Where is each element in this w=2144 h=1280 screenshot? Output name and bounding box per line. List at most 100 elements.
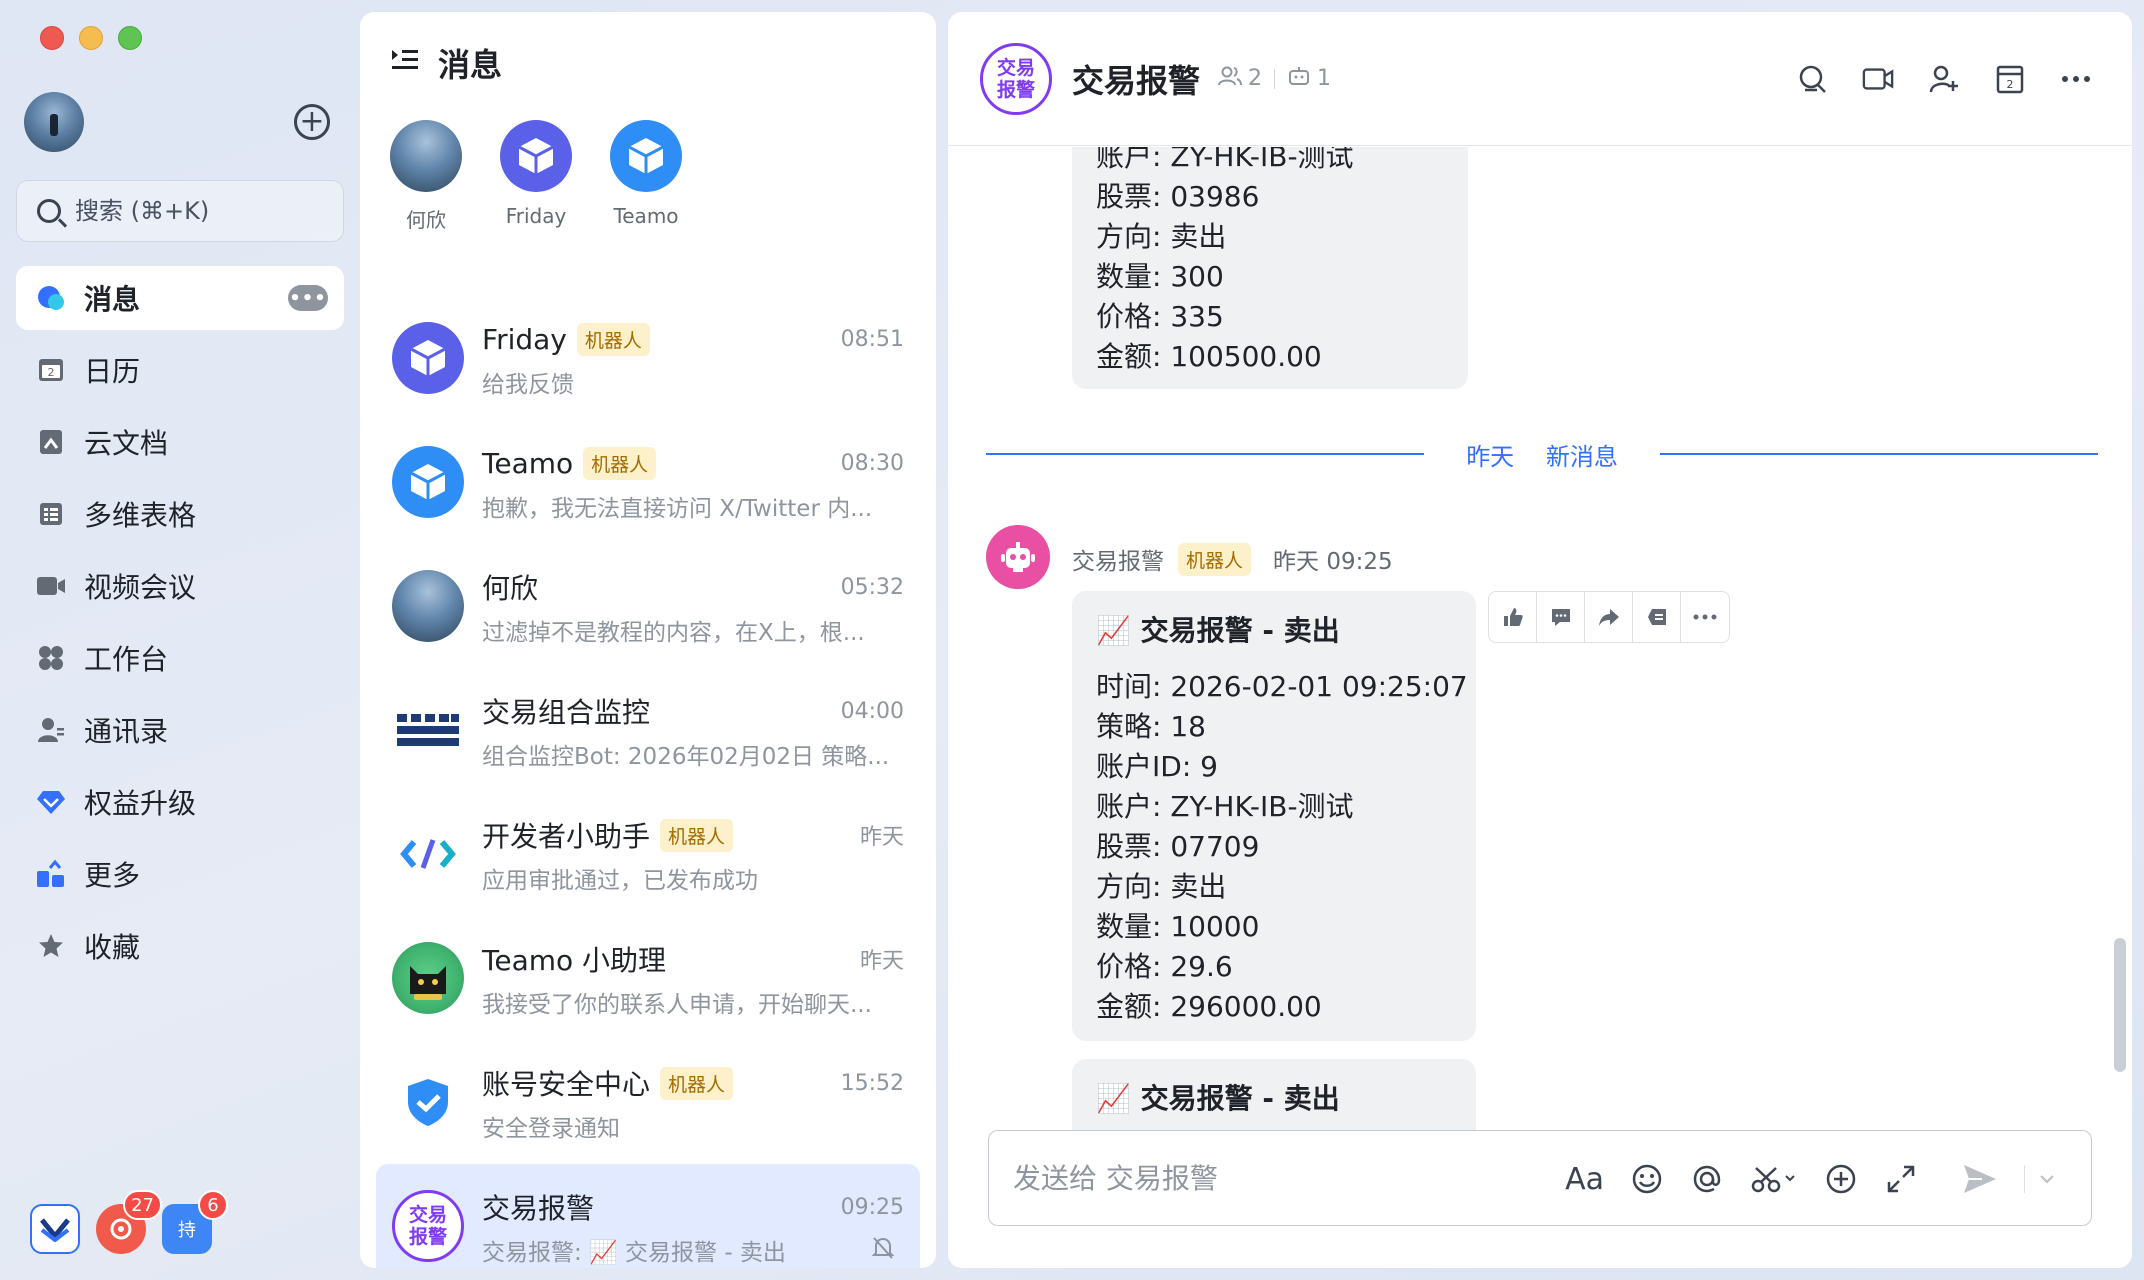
bot-tag: 机器人 xyxy=(1178,542,1252,576)
conversation-item[interactable]: Teamo 机器人 08:30 抱歉，我无法直接访问 X/Twitter 内..… xyxy=(360,420,936,544)
conversation-time: 09:25 xyxy=(840,1194,904,1220)
nav-item-messages[interactable]: 消息 ••• xyxy=(16,266,344,330)
group-avatar[interactable]: 交易报警 xyxy=(980,42,1052,115)
member-count: 2 xyxy=(1248,66,1263,91)
pinned-item[interactable]: Friday xyxy=(500,120,572,296)
sidebar-nav: + 消息 ••• 2 日历 云文档 多维表 xyxy=(0,0,356,1280)
forward-icon[interactable] xyxy=(1585,592,1633,642)
message-list[interactable]: 账户: ZY-HK-IB-测试 股票: 03986 方向: 卖出 数量: 300… xyxy=(948,147,2132,1131)
quote-icon[interactable] xyxy=(1633,592,1681,642)
chat-panel: 交易报警 交易报警 2 1 2 账户: ZY-HK-IB-测试 股票: 0398… xyxy=(948,12,2132,1268)
app-task-icon[interactable]: 持 6 xyxy=(162,1190,228,1254)
search-input[interactable] xyxy=(75,197,335,225)
search-chat-icon[interactable] xyxy=(1796,63,1828,95)
screenshot-scissors-icon[interactable] xyxy=(1750,1164,1798,1194)
message-line: 股票: 03986 xyxy=(1096,180,1260,213)
nav-item-calendar[interactable]: 2 日历 xyxy=(16,338,344,402)
emoji-icon[interactable] xyxy=(1630,1163,1664,1195)
nav-item-workplace[interactable]: 工作台 xyxy=(16,626,344,690)
mention-icon[interactable] xyxy=(1690,1163,1724,1195)
docs-icon xyxy=(36,427,66,457)
conversation-item[interactable]: 交易组合监控 04:00 组合监控Bot: 2026年02月02日 策略... xyxy=(360,668,936,792)
conversation-item[interactable]: 何欣 05:32 过滤掉不是教程的内容，在X上，根... xyxy=(360,544,936,668)
message-line: 账户ID: 9 xyxy=(1096,750,1218,783)
message-line: 数量: 300 xyxy=(1096,260,1224,293)
nav-label: 收藏 xyxy=(84,931,141,964)
more-actions-icon[interactable] xyxy=(1681,592,1729,642)
text-format-icon[interactable]: Aa xyxy=(1565,1162,1604,1197)
conversation-preview: 安全登录通知 xyxy=(482,1116,620,1142)
nav-item-more[interactable]: 更多 xyxy=(16,842,344,906)
video-icon xyxy=(36,571,66,601)
nav-item-video[interactable]: 视频会议 xyxy=(16,554,344,618)
message-bubble[interactable]: 📈 交易报警 - 卖出 xyxy=(1072,1059,1476,1131)
scrollbar-thumb[interactable] xyxy=(2114,938,2126,1072)
conversation-item-active[interactable]: 交易报警 交易报警 09:25 交易报警: 📈 交易报警 - 卖出 xyxy=(376,1164,920,1268)
nav-item-upgrade[interactable]: 权益升级 xyxy=(16,770,344,834)
thumbs-up-icon[interactable] xyxy=(1489,592,1537,642)
bot-tag: 机器人 xyxy=(576,322,650,356)
conversation-name: Teamo 小助理 xyxy=(482,944,667,977)
conversation-item[interactable]: Teamo 小助理 昨天 我接受了你的联系人申请，开始聊天... xyxy=(360,916,936,1040)
nav-label: 云文档 xyxy=(84,427,169,460)
conversation-preview: 我接受了你的联系人申请，开始聊天... xyxy=(482,992,872,1018)
plus-icon: + xyxy=(299,104,325,139)
send-divider xyxy=(2024,1165,2025,1193)
chevron-down-icon[interactable] xyxy=(2039,1174,2055,1184)
message-heading: 📈 交易报警 - 卖出 xyxy=(1096,614,1340,647)
nav-item-contacts[interactable]: 通讯录 xyxy=(16,698,344,762)
app-shortcut-icon[interactable] xyxy=(30,1204,80,1254)
conversation-item[interactable]: Friday 机器人 08:51 给我反馈 xyxy=(360,296,936,420)
conversation-time: 08:51 xyxy=(840,326,904,352)
send-icon[interactable] xyxy=(1962,1163,1998,1195)
add-button[interactable]: + xyxy=(294,104,330,140)
add-member-icon[interactable] xyxy=(1928,63,1960,95)
divider-text: 昨天 新消息 xyxy=(1424,437,1660,472)
group-avatar-text: 交易报警 xyxy=(996,56,1035,101)
calendar-icon[interactable]: 2 xyxy=(1994,63,2026,95)
more-icon[interactable] xyxy=(2060,63,2092,95)
pinned-item[interactable]: 何欣 xyxy=(390,120,462,296)
app-notify-icon[interactable]: 27 xyxy=(96,1190,162,1254)
message-bubble-previous[interactable]: 账户: ZY-HK-IB-测试 股票: 03986 方向: 卖出 数量: 300… xyxy=(1072,147,1468,389)
conversation-time: 15:52 xyxy=(840,1070,904,1096)
conversation-item[interactable]: 开发者小助手 机器人 昨天 应用审批通过，已发布成功 xyxy=(360,792,936,916)
collapse-menu-icon[interactable] xyxy=(390,46,420,81)
svg-text:2: 2 xyxy=(2007,78,2014,91)
pinned-name: 何欣 xyxy=(406,208,446,232)
nav-item-favorites[interactable]: 收藏 xyxy=(16,914,344,978)
robot-avatar-icon[interactable] xyxy=(986,525,1050,589)
contacts-icon xyxy=(36,715,66,745)
search-box[interactable] xyxy=(16,180,344,242)
expand-icon[interactable] xyxy=(1884,1164,1918,1194)
nav-label: 多维表格 xyxy=(84,499,197,532)
pinned-name: Teamo xyxy=(613,204,679,228)
members-icon[interactable] xyxy=(1218,65,1243,93)
chat-title[interactable]: 交易报警 xyxy=(1072,56,1200,102)
conversation-preview: 组合监控Bot: 2026年02月02日 策略... xyxy=(482,744,890,770)
bot-icon[interactable] xyxy=(1287,65,1311,93)
message-line: 方向: 卖出 xyxy=(1096,870,1227,903)
nav-item-docs[interactable]: 云文档 xyxy=(16,410,344,474)
search-icon xyxy=(37,199,61,223)
message-action-bar xyxy=(1488,591,1730,643)
message-input[interactable] xyxy=(1013,1161,1553,1195)
new-messages-divider: 昨天 新消息 xyxy=(986,437,2099,472)
conversation-item[interactable]: 账号安全中心 机器人 15:52 安全登录通知 xyxy=(360,1040,936,1164)
table-icon xyxy=(36,499,66,529)
plus-circle-icon[interactable] xyxy=(1824,1163,1858,1195)
more-options-icon[interactable]: ••• xyxy=(288,285,328,311)
reply-comment-icon[interactable] xyxy=(1537,592,1585,642)
sender-info: 交易报警 机器人 昨天 09:25 xyxy=(1072,542,1393,576)
nav-item-bitable[interactable]: 多维表格 xyxy=(16,482,344,546)
user-avatar[interactable] xyxy=(24,92,84,152)
video-call-icon[interactable] xyxy=(1862,63,1894,95)
bot-tag: 机器人 xyxy=(583,446,657,480)
message-line: 金额: 100500.00 xyxy=(1096,340,1322,373)
pinned-item[interactable]: Teamo xyxy=(610,120,682,296)
sender-name[interactable]: 交易报警 xyxy=(1072,542,1164,576)
cube-bot-icon xyxy=(392,446,464,518)
conversation-name: Friday xyxy=(482,322,567,356)
message-bubble[interactable]: 📈 交易报警 - 卖出 时间: 2026-02-01 09:25:07 策略: … xyxy=(1072,591,1476,1041)
group-avatar-text: 交易报警 xyxy=(408,1204,447,1248)
